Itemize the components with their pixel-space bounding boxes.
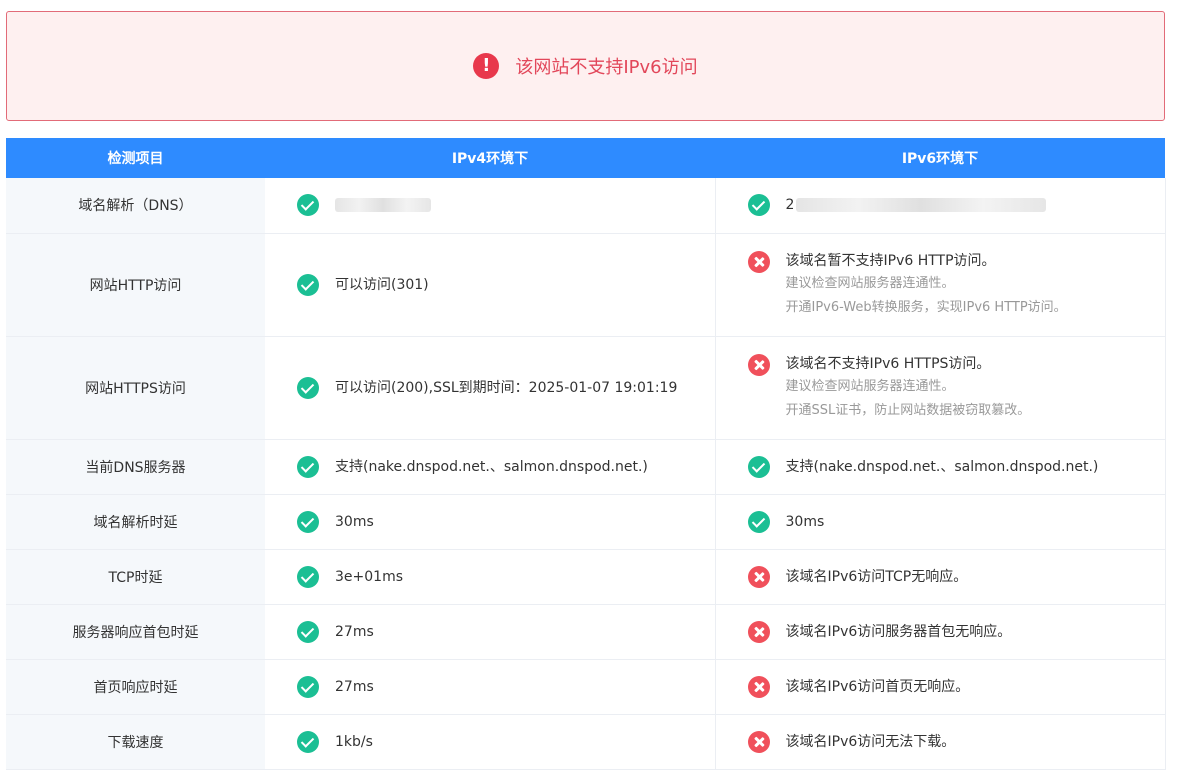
status-text: 3e+01ms — [335, 568, 403, 585]
row-item-label: 首页响应时延 — [6, 659, 265, 715]
error-icon — [747, 250, 770, 273]
suggestion-text: 建议检查网站服务器连通性。 — [785, 378, 955, 394]
check-icon — [747, 194, 770, 217]
error-icon — [747, 565, 770, 588]
status-text: 可以访问(200),SSL到期时间：2025-01-07 19:01:19 — [335, 379, 678, 396]
table-row: 首页响应时延 27ms 该域名IPv6访问首页无响应。 — [6, 659, 1166, 715]
alert-message: 该网站不支持IPv6访问 — [515, 57, 698, 78]
status-text: 可以访问(301) — [335, 276, 429, 293]
check-icon — [747, 510, 770, 533]
error-icon — [747, 620, 770, 643]
status-text: 1kb/s — [335, 733, 373, 750]
table-row: 当前DNS服务器 支持(nake.dnspod.net.、salmon.dnsp… — [6, 439, 1166, 495]
table-row: 网站HTTP访问 可以访问(301) 该域名暂不支持IPv6 HTTP访问。 建… — [6, 233, 1166, 337]
ipv6-cell: 该域名IPv6访问无法下载。 — [715, 714, 1166, 770]
check-result-table: 检测项目 IPv4环境下 IPv6环境下 域名解析（DNS） 2 网站HTTP访… — [6, 138, 1166, 770]
ipv4-cell: 27ms — [265, 604, 716, 660]
row-item-label: 服务器响应首包时延 — [6, 604, 265, 660]
ipv6-cell: 该域名IPv6访问首页无响应。 — [715, 659, 1166, 715]
ipv4-cell: 可以访问(301) — [265, 233, 716, 337]
check-icon — [297, 376, 319, 399]
table-row: 下载速度 1kb/s 该域名IPv6访问无法下载。 — [6, 714, 1166, 770]
row-item-label: 网站HTTP访问 — [6, 233, 265, 337]
status-text: 该域名暂不支持IPv6 HTTP访问。 — [785, 252, 996, 269]
check-icon — [297, 273, 319, 296]
status-text: 30ms — [335, 513, 374, 530]
ipv6-dns-prefix: 2 — [785, 197, 795, 214]
check-icon — [297, 194, 319, 217]
status-text: 30ms — [785, 513, 825, 530]
ipv4-cell: 1kb/s — [265, 714, 716, 770]
ipv4-cell: 支持(nake.dnspod.net.、salmon.dnspod.net.) — [265, 439, 716, 495]
table-header-row: 检测项目 IPv4环境下 IPv6环境下 — [6, 138, 1165, 178]
table-row: 域名解析时延 30ms 30ms — [6, 494, 1166, 550]
table-row: 域名解析（DNS） 2 — [6, 178, 1166, 234]
ipv6-cell: 该域名不支持IPv6 HTTPS访问。 建议检查网站服务器连通性。 开通SSL证… — [715, 336, 1166, 440]
row-item-label: 域名解析（DNS） — [6, 178, 265, 234]
check-icon — [747, 455, 770, 478]
header-item: 检测项目 — [6, 138, 265, 178]
row-item-label: 当前DNS服务器 — [6, 439, 265, 495]
redacted-ipv6-address — [796, 198, 1047, 213]
row-item-label: 域名解析时延 — [6, 494, 265, 550]
error-icon — [747, 675, 770, 698]
ipv4-cell: 30ms — [265, 494, 716, 550]
status-text: 该域名IPv6访问服务器首包无响应。 — [785, 623, 1012, 640]
status-text: 27ms — [335, 678, 374, 695]
exclamation-icon: ! — [473, 53, 500, 79]
ipv4-cell: 27ms — [265, 659, 716, 715]
status-text: 支持(nake.dnspod.net.、salmon.dnspod.net.) — [785, 458, 1099, 475]
header-ipv4: IPv4环境下 — [265, 138, 715, 178]
suggestion-text: 开通IPv6-Web转换服务，实现IPv6 HTTP访问。 — [785, 299, 1067, 315]
ipv6-cell: 30ms — [715, 494, 1166, 550]
status-text: 该域名不支持IPv6 HTTPS访问。 — [785, 355, 991, 372]
table-row: 服务器响应首包时延 27ms 该域名IPv6访问服务器首包无响应。 — [6, 604, 1166, 660]
row-item-label: 下载速度 — [6, 714, 265, 770]
check-icon — [297, 620, 319, 643]
row-item-label: TCP时延 — [6, 549, 265, 605]
ipv6-cell: 2 — [715, 178, 1166, 234]
error-icon — [747, 353, 770, 376]
ipv4-cell: 3e+01ms — [265, 549, 716, 605]
check-icon — [297, 455, 319, 478]
check-icon — [297, 730, 319, 753]
ipv4-cell: 可以访问(200),SSL到期时间：2025-01-07 19:01:19 — [265, 336, 716, 440]
ipv4-cell — [265, 178, 716, 234]
status-text: 支持(nake.dnspod.net.、salmon.dnspod.net.) — [335, 458, 648, 475]
status-text: 该域名IPv6访问首页无响应。 — [785, 678, 970, 695]
check-icon — [297, 675, 319, 698]
status-text: 该域名IPv6访问TCP无响应。 — [785, 568, 968, 585]
ipv6-cell: 该域名IPv6访问服务器首包无响应。 — [715, 604, 1166, 660]
ipv6-cell: 该域名IPv6访问TCP无响应。 — [715, 549, 1166, 605]
table-row: TCP时延 3e+01ms 该域名IPv6访问TCP无响应。 — [6, 549, 1166, 605]
header-ipv6: IPv6环境下 — [715, 138, 1165, 178]
ipv6-alert-banner: ! 该网站不支持IPv6访问 — [6, 11, 1165, 121]
ipv6-cell: 支持(nake.dnspod.net.、salmon.dnspod.net.) — [715, 439, 1166, 495]
error-icon — [747, 730, 770, 753]
ipv6-cell: 该域名暂不支持IPv6 HTTP访问。 建议检查网站服务器连通性。 开通IPv6… — [715, 233, 1166, 337]
suggestion-text: 建议检查网站服务器连通性。 — [785, 275, 955, 291]
status-text: 27ms — [335, 623, 374, 640]
row-item-label: 网站HTTPS访问 — [6, 336, 265, 440]
table-row: 网站HTTPS访问 可以访问(200),SSL到期时间：2025-01-07 1… — [6, 336, 1166, 440]
check-icon — [297, 510, 319, 533]
check-icon — [297, 565, 319, 588]
redacted-ip-address — [335, 198, 431, 213]
suggestion-text: 开通SSL证书，防止网站数据被窃取篡改。 — [785, 402, 1031, 418]
status-text: 该域名IPv6访问无法下载。 — [785, 733, 956, 750]
